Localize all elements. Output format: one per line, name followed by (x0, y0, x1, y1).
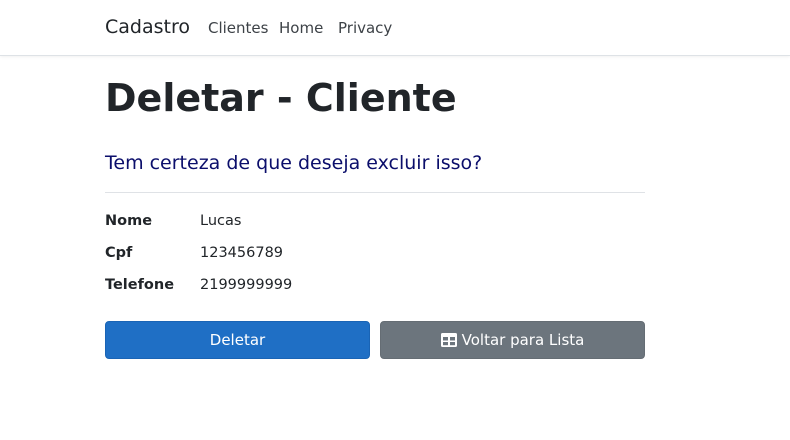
detail-label-telefone: Telefone (105, 277, 175, 293)
detail-value-telefone: 2199999999 (200, 277, 293, 293)
delete-button-label: Deletar (209, 331, 266, 349)
detail-label-nome: Nome (105, 213, 153, 229)
back-to-list-label: Voltar para Lista (461, 331, 585, 349)
brand-link[interactable]: Cadastro (105, 16, 190, 38)
table-icon (440, 333, 457, 347)
detail-value-nome: Lucas (200, 213, 242, 229)
back-to-list-button[interactable]: Voltar para Lista (380, 321, 645, 359)
top-navbar: Cadastro Clientes Home Privacy (0, 0, 790, 56)
detail-value-cpf: 123456789 (200, 245, 284, 261)
nav-link-home[interactable]: Home (279, 19, 323, 37)
page-title: Deletar - Cliente (105, 76, 457, 120)
divider (105, 192, 645, 193)
detail-label-cpf: Cpf (105, 245, 133, 261)
nav-link-clientes[interactable]: Clientes (208, 19, 268, 37)
nav-link-privacy[interactable]: Privacy (338, 19, 392, 37)
delete-button[interactable]: Deletar (105, 321, 370, 359)
confirm-question: Tem certeza de que deseja excluir isso? (105, 152, 483, 174)
